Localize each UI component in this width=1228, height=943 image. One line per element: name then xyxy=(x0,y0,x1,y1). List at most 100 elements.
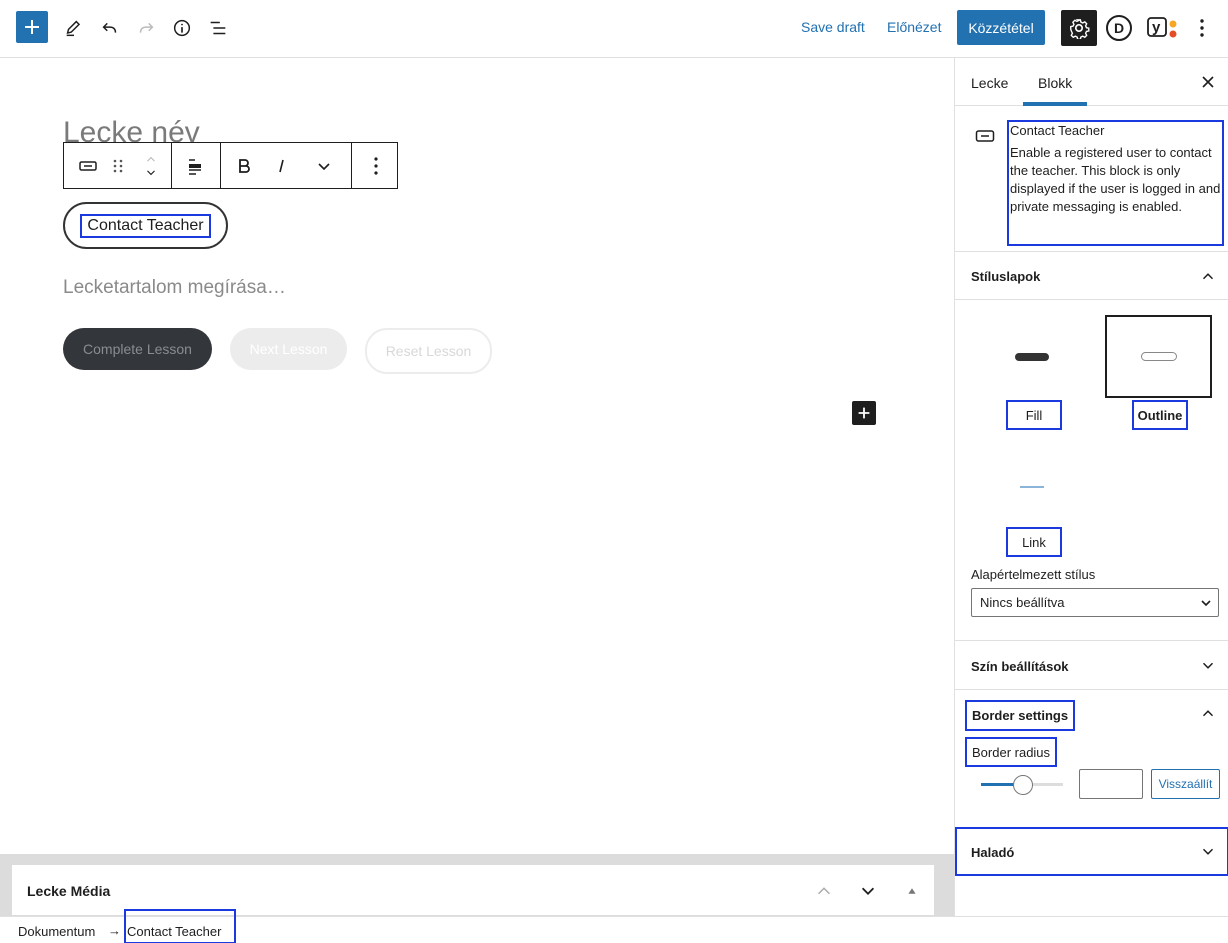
chevron-down-icon xyxy=(1198,656,1218,676)
block-type-button[interactable] xyxy=(71,143,105,188)
block-card: Contact Teacher Enable a registered user… xyxy=(955,106,1228,252)
chevron-down-icon xyxy=(318,162,330,170)
drag-icon xyxy=(113,159,123,172)
chevron-up-icon xyxy=(147,156,155,161)
tab-lesson[interactable]: Lecke xyxy=(971,75,1008,91)
button-block-icon xyxy=(975,126,995,146)
settings-sidebar: Lecke Blokk Contact Teacher Enable a reg… xyxy=(954,58,1228,916)
default-style-select[interactable]: Nincs beállítva xyxy=(971,588,1219,617)
add-block-button[interactable] xyxy=(16,11,48,43)
more-options-button[interactable] xyxy=(1192,12,1212,44)
advanced-panel-header[interactable]: Haladó xyxy=(955,827,1228,876)
list-view-button[interactable] xyxy=(202,12,234,44)
move-up-button[interactable] xyxy=(814,881,834,901)
border-settings-panel: Border settings Border radius Visszaállí… xyxy=(955,689,1228,826)
vertical-ellipsis-icon xyxy=(374,156,378,175)
border-settings-title[interactable]: Border settings xyxy=(965,700,1076,731)
fill-style-sample xyxy=(1014,352,1049,361)
block-inserter-button[interactable] xyxy=(852,401,876,425)
chevron-down-icon xyxy=(147,170,155,175)
italic-button[interactable] xyxy=(263,143,301,188)
complete-lesson-button[interactable]: Complete Lesson xyxy=(63,328,212,370)
yoast-button[interactable]: y xyxy=(1146,14,1178,42)
toggle-panel-button[interactable] xyxy=(902,881,922,901)
default-style-value: Nincs beállítva xyxy=(980,595,1065,610)
block-breadcrumb: Dokumentum → Contact Teacher xyxy=(0,909,1228,943)
editor-canvas: Lecke név Contact Teacher Lecketartalom … xyxy=(0,58,954,854)
block-title: Contact Teacher xyxy=(1010,123,1105,138)
default-style-label: Alapértelmezett stílus xyxy=(971,567,1096,582)
content-placeholder[interactable]: Lecketartalom megírása… xyxy=(63,277,286,299)
style-preview-fill[interactable] xyxy=(978,315,1085,398)
button-block-icon xyxy=(79,160,97,171)
style-preview-outline[interactable] xyxy=(1105,315,1212,398)
border-radius-slider-thumb[interactable] xyxy=(1013,775,1033,795)
top-toolbar: Save draft Előnézet Közzététel D y xyxy=(0,0,1228,58)
sidebar-tabs: Lecke Blokk xyxy=(955,58,1228,106)
metabox-area: Lecke Média xyxy=(0,854,954,916)
tab-block[interactable]: Blokk xyxy=(1038,75,1072,91)
redo-icon xyxy=(139,22,154,33)
breadcrumb-root[interactable]: Dokumentum xyxy=(18,924,95,939)
chevron-down-icon xyxy=(861,887,875,895)
block-toolbar xyxy=(63,142,398,189)
outline-style-sample xyxy=(1140,352,1177,361)
align-left-icon xyxy=(189,158,201,175)
move-down-button[interactable] xyxy=(858,881,878,901)
bold-icon xyxy=(239,158,250,173)
breadcrumb-separator: → xyxy=(108,923,121,938)
border-radius-label: Border radius xyxy=(965,737,1058,767)
publish-button[interactable]: Közzététel xyxy=(957,10,1045,45)
border-radius-input[interactable] xyxy=(1079,769,1143,799)
pencil-icon xyxy=(66,20,81,37)
plus-icon xyxy=(858,407,870,419)
link-style-sample xyxy=(1019,485,1044,488)
chevron-down-icon xyxy=(1201,600,1211,607)
vertical-ellipsis-icon xyxy=(1200,19,1204,37)
chevron-up-icon[interactable] xyxy=(1198,703,1218,723)
reset-lesson-button[interactable]: Reset Lesson xyxy=(365,328,492,374)
move-buttons[interactable] xyxy=(131,143,171,188)
align-button[interactable] xyxy=(179,143,213,188)
style-label-link[interactable]: Link xyxy=(1006,527,1062,557)
settings-button[interactable] xyxy=(1061,10,1097,46)
list-view-icon xyxy=(210,21,226,35)
edit-tool-button[interactable] xyxy=(58,12,90,44)
style-label-fill[interactable]: Fill xyxy=(1006,400,1062,430)
chevron-up-icon xyxy=(818,887,830,895)
triangle-up-icon xyxy=(908,888,916,894)
save-draft-button[interactable]: Save draft xyxy=(801,19,865,35)
drag-handle[interactable] xyxy=(105,143,131,188)
close-sidebar-button[interactable] xyxy=(1198,72,1218,92)
details-button[interactable] xyxy=(166,12,198,44)
style-label-outline[interactable]: Outline xyxy=(1132,400,1188,430)
block-options-button[interactable] xyxy=(359,143,393,188)
color-panel-title: Szín beállítások xyxy=(971,659,1069,674)
more-rich-text-button[interactable] xyxy=(301,143,347,188)
metabox-title: Lecke Média xyxy=(27,883,111,899)
svg-text:y: y xyxy=(1152,19,1161,36)
plus-icon xyxy=(25,20,39,34)
next-lesson-button[interactable]: Next Lesson xyxy=(230,328,347,370)
preview-button[interactable]: Előnézet xyxy=(887,19,941,35)
italic-icon xyxy=(279,159,284,172)
advanced-panel-title: Haladó xyxy=(971,845,1015,860)
block-description-box: Contact Teacher Enable a registered user… xyxy=(1007,120,1224,246)
chevron-down-icon xyxy=(1198,842,1218,862)
yoast-icon: y xyxy=(1147,17,1177,38)
bold-button[interactable] xyxy=(225,143,263,188)
reset-border-radius-button[interactable]: Visszaállít xyxy=(1151,769,1220,799)
style-preview-link[interactable] xyxy=(978,445,1085,528)
styles-panel-body: Fill Outline Link Alapértelmezett stílus… xyxy=(955,300,1228,641)
gear-icon xyxy=(1070,19,1090,39)
contact-teacher-label: Contact Teacher xyxy=(80,213,211,238)
color-panel-header[interactable]: Szín beállítások xyxy=(955,642,1228,690)
info-icon xyxy=(173,19,191,37)
undo-icon xyxy=(102,22,117,33)
undo-button[interactable] xyxy=(94,12,126,44)
plugin-d-button[interactable]: D xyxy=(1106,15,1132,41)
breadcrumb-current[interactable]: Contact Teacher xyxy=(124,909,236,943)
redo-button[interactable] xyxy=(130,12,162,44)
contact-teacher-button[interactable]: Contact Teacher xyxy=(63,202,228,249)
block-description: Enable a registered user to contact the … xyxy=(1010,145,1221,214)
